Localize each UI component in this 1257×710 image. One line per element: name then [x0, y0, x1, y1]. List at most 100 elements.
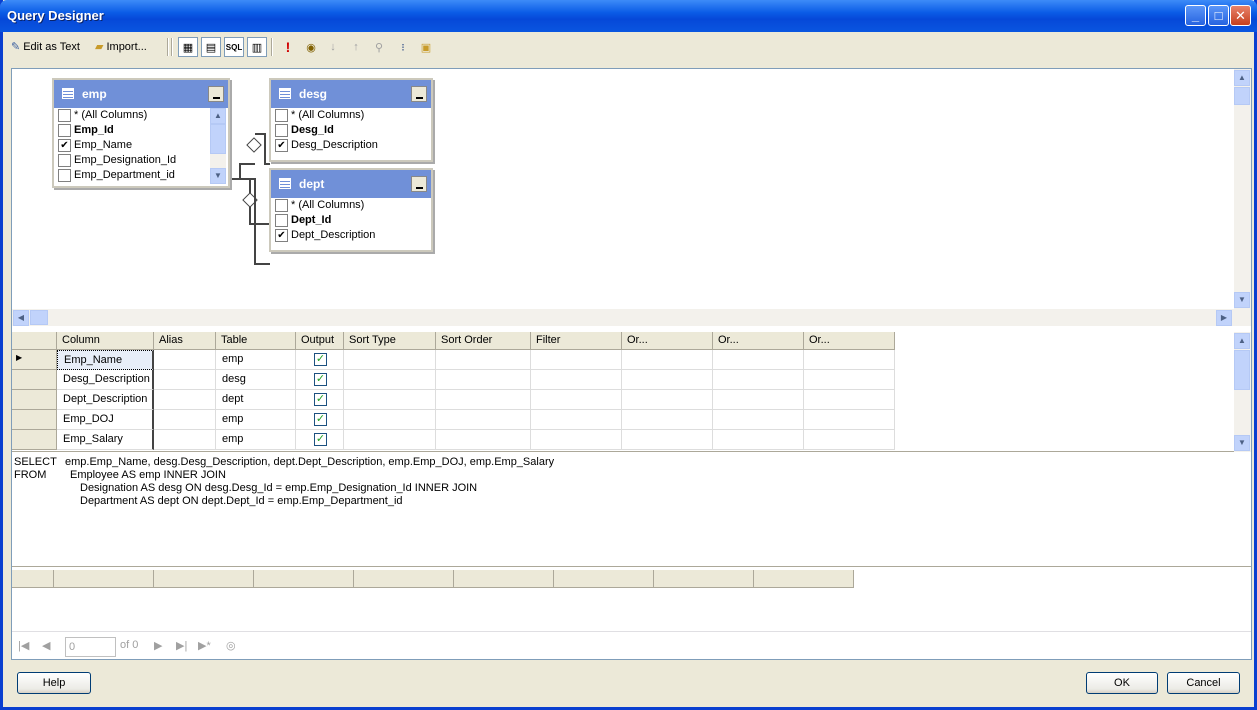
diagram-horizontal-scrollbar[interactable]: ◀ ▶ — [12, 309, 1251, 326]
table-column-row[interactable]: ✔ Dept_Description — [271, 228, 431, 243]
results-column-header[interactable] — [554, 570, 654, 588]
column-checkbox[interactable] — [58, 169, 71, 182]
edit-as-text-button[interactable]: ✎ Edit as Text — [11, 40, 80, 54]
scroll-down-arrow-icon[interactable]: ▼ — [1234, 435, 1250, 451]
table-column-row[interactable]: ✔ Desg_Description — [271, 138, 431, 153]
table-column-row[interactable]: Dept_Id — [271, 213, 431, 228]
grid-row-header[interactable] — [12, 410, 57, 430]
grid-row-header[interactable] — [12, 390, 57, 410]
minimize-table-button[interactable] — [208, 86, 224, 102]
sort-ascending-icon[interactable]: ↓ — [323, 37, 343, 57]
table-column-row[interactable]: Emp_Designation_Id — [54, 153, 228, 168]
results-pane[interactable] — [12, 568, 1251, 630]
grid-cell-table[interactable]: dept — [216, 390, 296, 410]
grid-header-table[interactable]: Table — [216, 332, 296, 350]
results-column-header[interactable] — [254, 570, 354, 588]
grid-cell-column[interactable]: Desg_Description — [57, 370, 154, 390]
sort-descending-icon[interactable]: ↑ — [346, 37, 366, 57]
column-checkbox[interactable]: ✔ — [275, 139, 288, 152]
scroll-thumb[interactable] — [1234, 350, 1250, 390]
help-button[interactable]: Help — [17, 672, 91, 694]
grid-header-or[interactable]: Or... — [804, 332, 895, 350]
stop-icon[interactable]: ◎ — [226, 639, 236, 652]
results-column-header[interactable] — [454, 570, 554, 588]
group-by-icon[interactable]: ⁝ — [393, 37, 413, 57]
grid-empty-cells[interactable] — [344, 350, 895, 450]
results-column-header[interactable] — [754, 570, 854, 588]
diagram-vertical-scrollbar[interactable]: ▲ ▼ — [1234, 69, 1251, 309]
table-header[interactable]: desg — [271, 80, 431, 108]
scroll-up-arrow-icon[interactable]: ▲ — [210, 108, 226, 124]
scroll-thumb[interactable] — [210, 124, 226, 154]
grid-cell-alias[interactable] — [154, 370, 216, 390]
next-record-icon[interactable]: ▶ — [154, 639, 162, 652]
grid-cell-table[interactable]: desg — [216, 370, 296, 390]
grid-cell-column[interactable]: Dept_Description — [57, 390, 154, 410]
column-checkbox[interactable] — [58, 124, 71, 137]
table-header[interactable]: dept — [271, 170, 431, 198]
minimize-table-button[interactable] — [411, 176, 427, 192]
close-button[interactable]: ✕ — [1230, 5, 1251, 26]
grid-cell-alias[interactable] — [154, 350, 216, 370]
sql-pane[interactable]: SELECT emp.Emp_Name, desg.Desg_Descripti… — [12, 453, 1251, 567]
grid-row-header-current[interactable]: ▶ — [12, 350, 57, 370]
grid-row-header[interactable] — [12, 430, 57, 450]
column-checkbox[interactable]: ✔ — [275, 229, 288, 242]
add-table-icon[interactable]: ▣ — [416, 37, 436, 57]
results-column-header[interactable] — [54, 570, 154, 588]
grid-header-filter[interactable]: Filter — [531, 332, 622, 350]
output-checkbox[interactable]: ✓ — [314, 373, 327, 386]
first-record-icon[interactable]: |◀ — [18, 639, 29, 652]
results-column-header[interactable] — [154, 570, 254, 588]
grid-header-sort-type[interactable]: Sort Type — [344, 332, 436, 350]
verify-sql-icon[interactable]: ◉ — [301, 37, 321, 57]
table-emp[interactable]: emp * (All Columns) Emp_Id ✔ Emp_Name Emp… — [52, 78, 230, 188]
column-checkbox[interactable] — [275, 109, 288, 122]
scroll-left-arrow-icon[interactable]: ◀ — [13, 310, 29, 326]
column-checkbox[interactable] — [275, 124, 288, 137]
ok-button[interactable]: OK — [1086, 672, 1158, 694]
last-record-icon[interactable]: ▶| — [176, 639, 187, 652]
scroll-thumb[interactable] — [30, 310, 48, 325]
column-checkbox[interactable]: ✔ — [58, 139, 71, 152]
grid-cell-alias[interactable] — [154, 390, 216, 410]
scroll-up-arrow-icon[interactable]: ▲ — [1234, 333, 1250, 349]
grid-pane-icon[interactable]: ▤ — [201, 37, 221, 57]
column-checkbox[interactable] — [275, 199, 288, 212]
grid-header-column[interactable]: Column — [57, 332, 154, 350]
output-checkbox[interactable]: ✓ — [314, 433, 327, 446]
results-column-header[interactable] — [354, 570, 454, 588]
output-checkbox[interactable]: ✓ — [314, 353, 327, 366]
grid-row-header[interactable] — [12, 370, 57, 390]
minimize-button[interactable]: _ — [1185, 5, 1206, 26]
diagram-pane[interactable]: emp * (All Columns) Emp_Id ✔ Emp_Name Emp… — [12, 69, 1251, 326]
new-record-icon[interactable]: ▶* — [198, 639, 211, 652]
import-button[interactable]: ▰ Import... — [95, 40, 147, 54]
table-column-row[interactable]: Desg_Id — [271, 123, 431, 138]
grid-cell-table[interactable]: emp — [216, 350, 296, 370]
table-scrollbar[interactable]: ▲ ▼ — [210, 108, 226, 184]
run-icon[interactable]: ! — [278, 37, 298, 57]
table-header[interactable]: emp — [54, 80, 228, 108]
minimize-table-button[interactable] — [411, 86, 427, 102]
grid-cell-table[interactable]: emp — [216, 410, 296, 430]
scroll-right-arrow-icon[interactable]: ▶ — [1216, 310, 1232, 326]
grid-header-or[interactable]: Or... — [622, 332, 713, 350]
table-column-row[interactable]: * (All Columns) — [271, 198, 431, 213]
grid-vertical-scrollbar[interactable]: ▲ ▼ — [1234, 332, 1251, 452]
grid-cell-column[interactable]: Emp_Name — [57, 350, 154, 370]
diagram-pane-icon[interactable]: ▦ — [178, 37, 198, 57]
previous-record-icon[interactable]: ◀ — [42, 639, 50, 652]
grid-header-output[interactable]: Output — [296, 332, 344, 350]
table-column-row[interactable]: * (All Columns) — [271, 108, 431, 123]
criteria-grid[interactable]: Column Alias Table Output Sort Type Sort… — [12, 332, 1251, 452]
grid-cell-column[interactable]: Emp_Salary — [57, 430, 154, 450]
column-checkbox[interactable] — [275, 214, 288, 227]
results-column-header[interactable] — [654, 570, 754, 588]
filter-icon[interactable]: ⚲ — [369, 37, 389, 57]
grid-cell-table[interactable]: emp — [216, 430, 296, 450]
record-position-input[interactable]: 0 — [65, 637, 116, 657]
results-pane-icon[interactable]: ▥ — [247, 37, 267, 57]
table-column-row[interactable]: * (All Columns) — [54, 108, 228, 123]
scroll-down-arrow-icon[interactable]: ▼ — [210, 168, 226, 184]
